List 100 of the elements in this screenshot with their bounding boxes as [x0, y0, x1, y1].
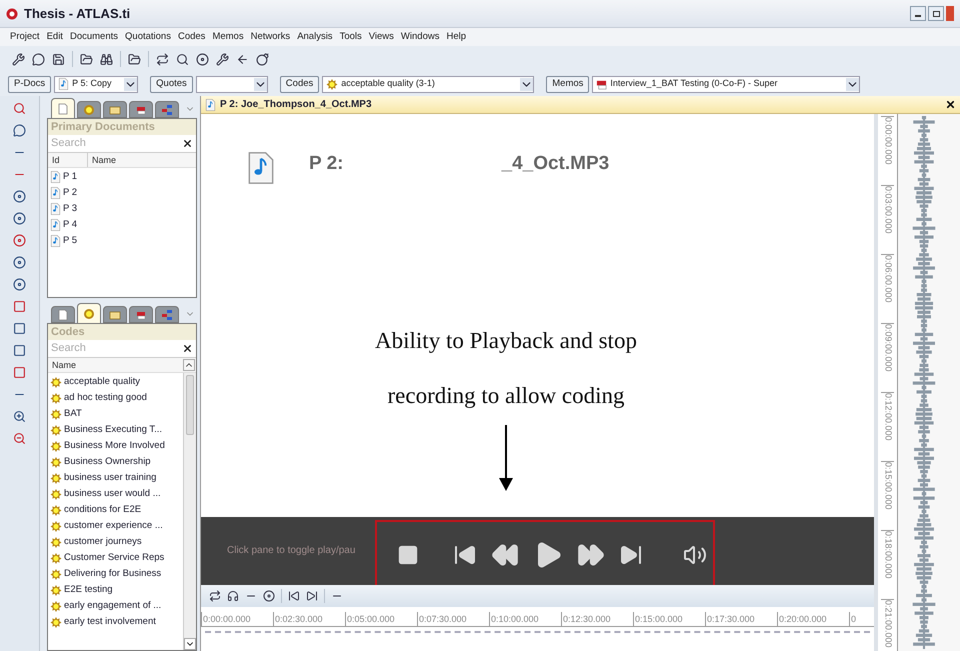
document-heading: P 2: — [309, 152, 344, 176]
dropdown-field[interactable]: Interview_1_BAT Testing (0-Co-F) - Super — [592, 76, 860, 92]
menu-item[interactable]: Documents — [70, 30, 118, 44]
tool-icon[interactable] — [13, 212, 26, 225]
list-item[interactable]: early engagement of ... — [64, 600, 162, 612]
toolbar-icon[interactable] — [100, 52, 113, 66]
dropdown-value: P 5: Copy — [72, 77, 113, 90]
scroll-down-icon[interactable] — [184, 638, 196, 650]
list-item[interactable]: business user training — [64, 472, 156, 484]
navigator-tab[interactable] — [77, 101, 101, 118]
clear-icon[interactable] — [182, 138, 193, 149]
scrollbar[interactable] — [183, 373, 196, 650]
tool-icon[interactable] — [13, 102, 26, 115]
skip-forward-icon[interactable] — [619, 543, 643, 567]
list-item[interactable]: Business Executing T... — [64, 424, 162, 436]
menu-item[interactable]: Help — [446, 30, 466, 44]
column-header[interactable]: Id — [48, 153, 88, 167]
toolbar-icon[interactable] — [176, 52, 189, 66]
navigator-tab[interactable] — [103, 101, 127, 118]
list-item[interactable]: Delivering for Business — [64, 568, 162, 580]
media-tool-icon[interactable] — [263, 590, 275, 602]
media-tool-icon[interactable] — [306, 590, 318, 602]
navigator-tab[interactable] — [129, 306, 153, 323]
tool-icon[interactable] — [13, 278, 26, 291]
stop-icon[interactable] — [397, 544, 419, 566]
list-item[interactable]: BAT — [64, 408, 82, 420]
column-header[interactable]: Name — [88, 153, 196, 167]
menu-item[interactable]: Codes — [178, 30, 206, 44]
tool-icon[interactable] — [13, 234, 26, 247]
menu-item[interactable]: Tools — [340, 30, 362, 44]
media-tool-icon[interactable] — [227, 590, 239, 602]
list-item[interactable]: acceptable quality — [64, 376, 140, 388]
navigator-tab[interactable] — [103, 306, 127, 323]
list-item[interactable]: P 3 — [63, 203, 78, 215]
selector-button[interactable]: P-Docs — [8, 76, 52, 92]
tool-icon[interactable] — [13, 256, 26, 269]
list-item[interactable]: early test involvement — [64, 616, 156, 628]
toolbar-icon[interactable] — [52, 52, 65, 66]
menu-item[interactable]: Networks — [250, 30, 290, 44]
restore-button[interactable] — [928, 6, 944, 21]
menu-item[interactable]: Project — [10, 30, 40, 44]
list-item[interactable]: conditions for E2E — [64, 504, 142, 516]
list-item[interactable]: E2E testing — [64, 584, 113, 596]
list-item[interactable]: business user would ... — [64, 488, 161, 500]
tool-icon[interactable] — [13, 190, 26, 203]
selector-button[interactable]: Codes — [280, 76, 320, 92]
close-icon[interactable] — [945, 99, 956, 110]
menu-item[interactable]: Memos — [212, 30, 244, 44]
toolbar-icon[interactable] — [236, 52, 249, 66]
toolbar-icon[interactable] — [196, 52, 209, 66]
toolbar-icon[interactable] — [256, 52, 269, 66]
toolbar-icon[interactable] — [128, 52, 141, 66]
scroll-thumb[interactable] — [186, 375, 194, 435]
navigator-tab[interactable] — [51, 306, 75, 323]
menu-item[interactable]: Analysis — [297, 30, 333, 44]
media-tool-icon[interactable] — [288, 590, 300, 602]
selector-button[interactable]: Memos — [546, 76, 590, 92]
search-field[interactable]: Search — [51, 340, 182, 357]
list-item[interactable]: Business Ownership — [64, 456, 151, 468]
list-item[interactable]: customer experience ... — [64, 520, 163, 532]
toolbar-icon[interactable] — [80, 52, 93, 66]
menu-item[interactable]: Edit — [46, 30, 63, 44]
media-tool-icon[interactable] — [209, 590, 221, 602]
list-item[interactable]: customer journeys — [64, 536, 142, 548]
toolbar-icon[interactable] — [32, 52, 45, 66]
navigator-tab[interactable] — [51, 98, 75, 118]
tool-icon[interactable] — [13, 366, 26, 379]
list-item[interactable]: P 2 — [63, 187, 78, 199]
list-item[interactable]: Business More Involved — [64, 440, 165, 452]
minimize-button[interactable] — [910, 6, 926, 21]
dropdown-field[interactable]: P 5: Copy — [54, 76, 138, 92]
tool-icon[interactable] — [13, 300, 26, 313]
navigator-tab[interactable] — [129, 101, 153, 118]
tool-icon[interactable] — [13, 410, 26, 423]
menu-item[interactable]: Quotations — [125, 30, 171, 44]
selector-button[interactable]: Quotes — [150, 76, 193, 92]
dropdown-field[interactable] — [196, 76, 268, 92]
list-item[interactable]: Customer Service Reps — [64, 552, 164, 564]
document-tab-title[interactable]: P 2: Joe_Thompson_4_Oct.MP3 — [220, 97, 372, 112]
menu-item[interactable]: Windows — [400, 30, 440, 44]
code-icon — [326, 78, 338, 90]
tool-icon[interactable] — [13, 432, 26, 445]
toolbar-icon[interactable] — [12, 52, 25, 66]
clear-icon[interactable] — [182, 343, 193, 354]
list-item[interactable]: ad hoc testing good — [64, 392, 147, 404]
list-item[interactable]: P 5 — [63, 235, 78, 247]
list-item[interactable]: P 1 — [63, 171, 78, 183]
volume-icon[interactable] — [683, 543, 707, 567]
tool-icon[interactable] — [13, 322, 26, 335]
navigator-tab[interactable] — [77, 303, 101, 323]
toolbar-icon[interactable] — [216, 52, 229, 66]
toolbar-icon[interactable] — [156, 52, 169, 66]
dropdown-field[interactable]: acceptable quality (3-1) — [322, 76, 534, 92]
skip-back-icon[interactable] — [453, 543, 477, 567]
search-field[interactable]: Search — [51, 135, 182, 152]
list-item[interactable]: P 4 — [63, 219, 78, 231]
scroll-up-icon[interactable] — [183, 359, 195, 371]
tool-icon[interactable] — [13, 124, 26, 137]
tool-icon[interactable] — [13, 344, 26, 357]
menu-item[interactable]: Views — [368, 30, 394, 44]
